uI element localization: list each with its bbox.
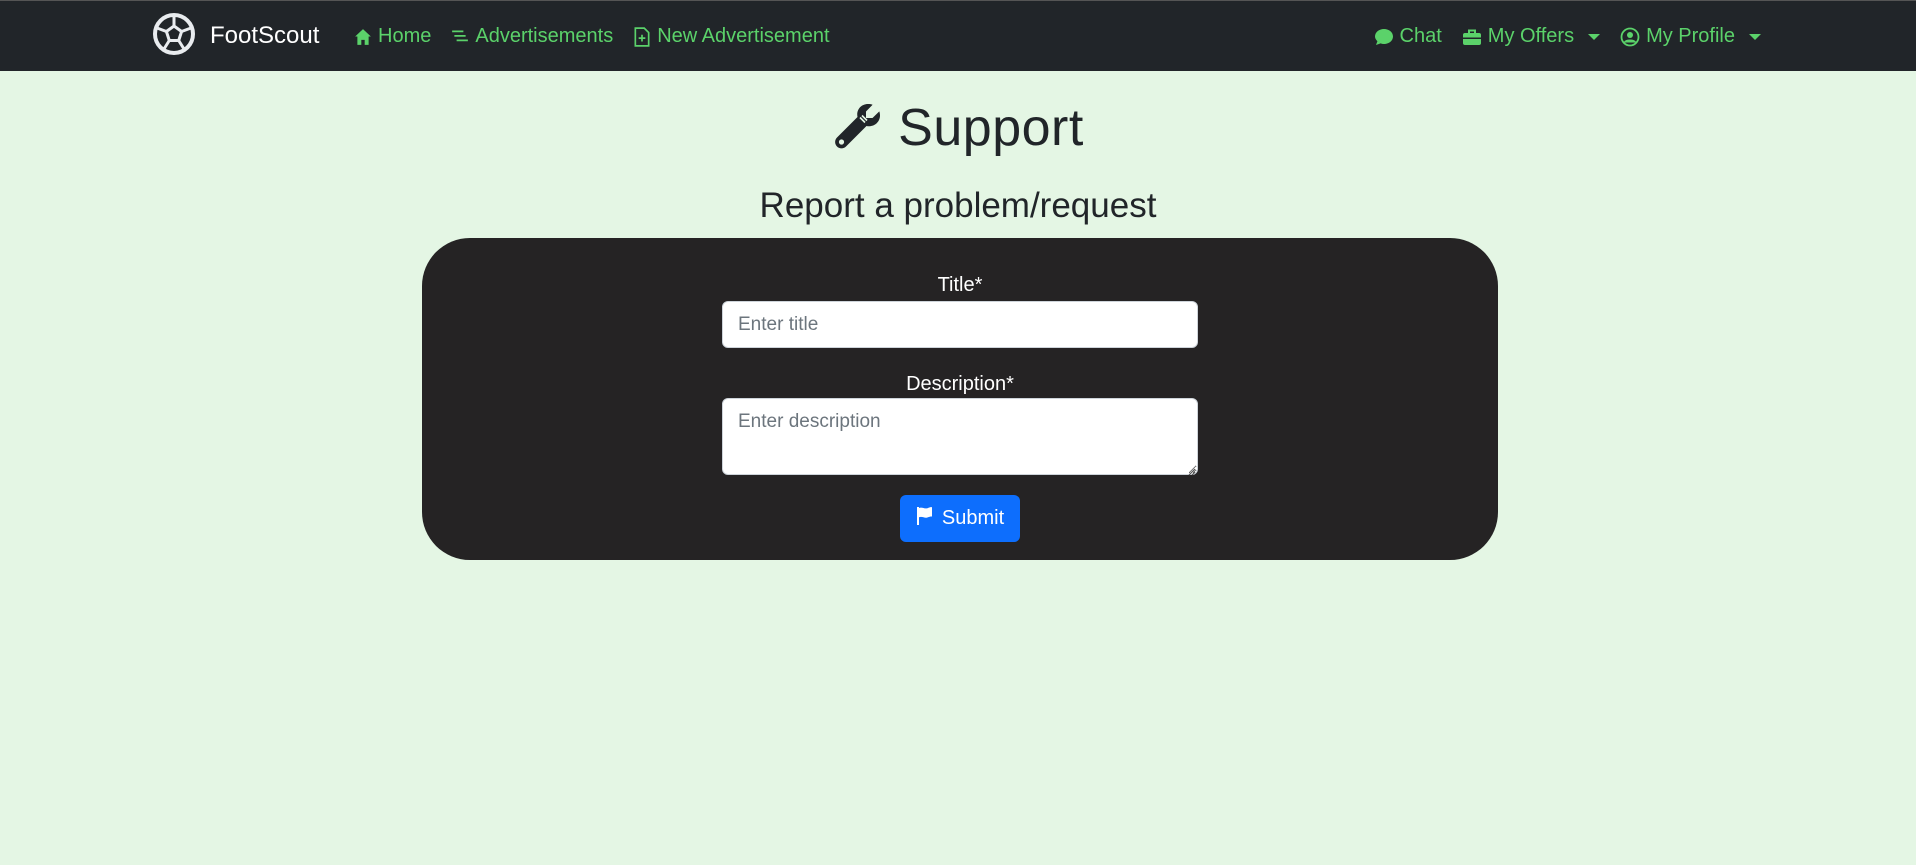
page-heading: Support — [0, 96, 1916, 160]
title-label: Title* — [937, 274, 983, 296]
flag-icon — [916, 506, 934, 532]
nav-link-advertisements[interactable]: Advertisements — [451, 25, 613, 48]
nav-main-links: Home Advertisements New Advertisement — [354, 1, 830, 72]
chat-icon — [1374, 28, 1394, 46]
support-request-form: Title* Description* Submit — [422, 238, 1498, 560]
home-icon — [354, 28, 372, 46]
soccer-ball-icon — [152, 12, 196, 61]
nav-link-chat[interactable]: Chat — [1374, 25, 1442, 48]
submit-label: Submit — [941, 507, 1005, 529]
wrench-icon — [832, 100, 884, 157]
description-input[interactable] — [722, 398, 1198, 475]
top-navbar: FootScout Home Advertisements New Advert… — [0, 0, 1916, 71]
chevron-down-icon — [1588, 33, 1601, 40]
nav-user-links: Chat My Offers My Profile — [1374, 1, 1761, 72]
brand-link[interactable]: FootScout — [152, 12, 320, 61]
nav-link-label: My Offers — [1487, 25, 1575, 47]
page-title: Support — [898, 99, 1084, 157]
nav-link-label: Home — [378, 25, 432, 47]
nav-link-label: New Advertisement — [657, 25, 830, 47]
list-icon — [451, 28, 469, 46]
nav-link-home[interactable]: Home — [354, 25, 431, 48]
chevron-down-icon — [1749, 33, 1761, 40]
section-title: Report a problem/request — [759, 186, 1157, 225]
description-label: Description* — [906, 373, 1014, 395]
user-circle-icon — [1620, 27, 1640, 47]
nav-link-label: Advertisements — [475, 25, 614, 47]
briefcase-icon — [1462, 28, 1482, 46]
submit-button[interactable]: Submit — [900, 495, 1020, 542]
nav-link-label: My Profile — [1646, 25, 1735, 47]
file-plus-icon — [633, 26, 651, 47]
nav-dropdown-my-profile[interactable]: My Profile — [1620, 25, 1761, 48]
nav-link-label: Chat — [1399, 25, 1442, 47]
nav-link-new-advertisement[interactable]: New Advertisement — [633, 25, 830, 48]
nav-dropdown-my-offers[interactable]: My Offers — [1462, 25, 1601, 48]
brand-name: FootScout — [210, 22, 320, 49]
title-input[interactable] — [722, 301, 1198, 348]
